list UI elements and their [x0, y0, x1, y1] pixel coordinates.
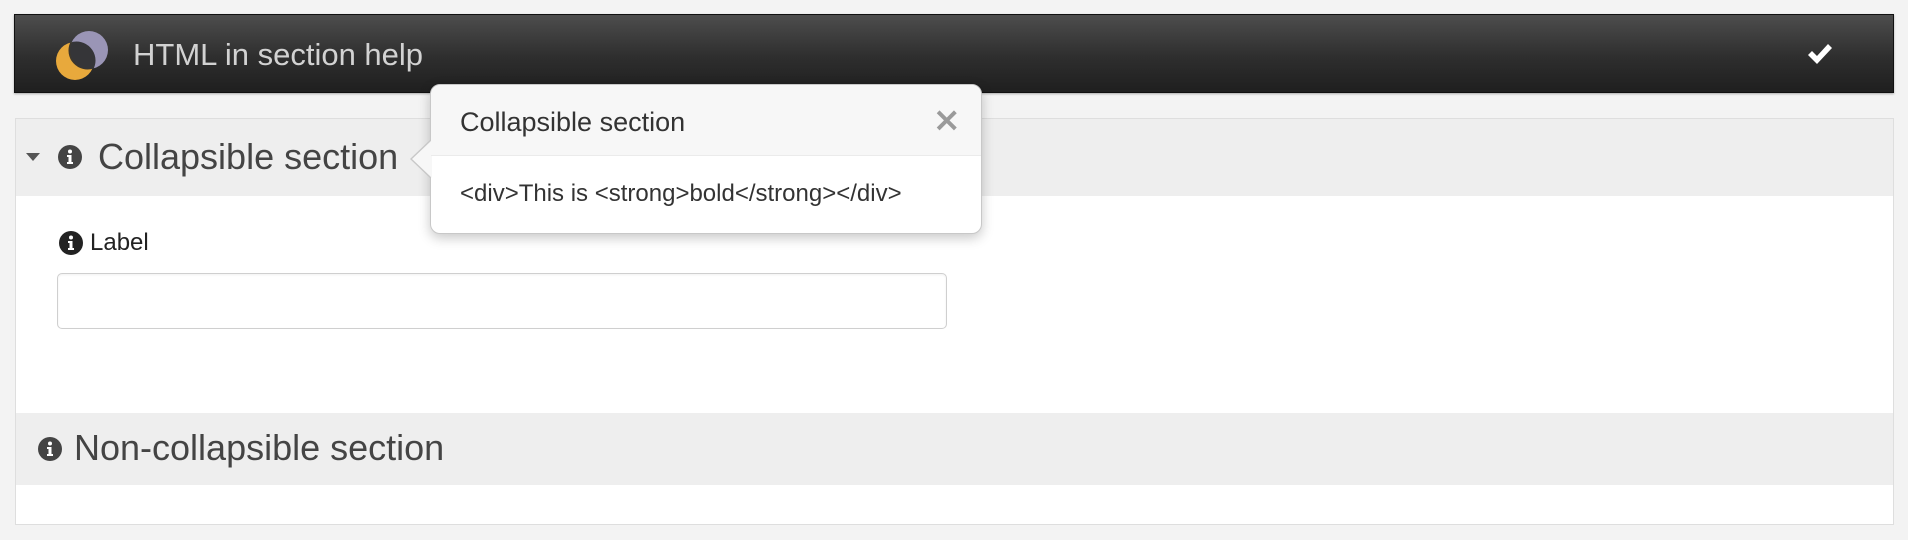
- info-icon[interactable]: [38, 437, 62, 461]
- collapsible-section-title: Collapsible section: [98, 136, 399, 177]
- label-input[interactable]: [57, 273, 947, 329]
- checkmark-icon[interactable]: [1805, 39, 1835, 69]
- page-title: HTML in section help: [133, 37, 424, 72]
- help-popover: Collapsible section × <div>This is <stro…: [410, 84, 982, 234]
- noncollapsible-section-title: Non-collapsible section: [74, 427, 445, 468]
- popover-title: Collapsible section: [460, 107, 686, 137]
- field-label: Label: [90, 229, 149, 256]
- app-header: HTML in section help: [14, 14, 1894, 93]
- app-logo-icon: [56, 31, 108, 80]
- close-icon[interactable]: ×: [933, 103, 962, 137]
- popover-header: Collapsible section ×: [431, 85, 981, 156]
- info-icon[interactable]: [59, 231, 83, 255]
- caret-down-icon[interactable]: [26, 153, 40, 161]
- info-icon[interactable]: [58, 145, 82, 169]
- noncollapsible-section-header: Non-collapsible section: [16, 413, 1893, 485]
- popover-arrow-inner: [412, 140, 432, 178]
- popover-body: <div>This is <strong>bold</strong></div>: [460, 180, 902, 207]
